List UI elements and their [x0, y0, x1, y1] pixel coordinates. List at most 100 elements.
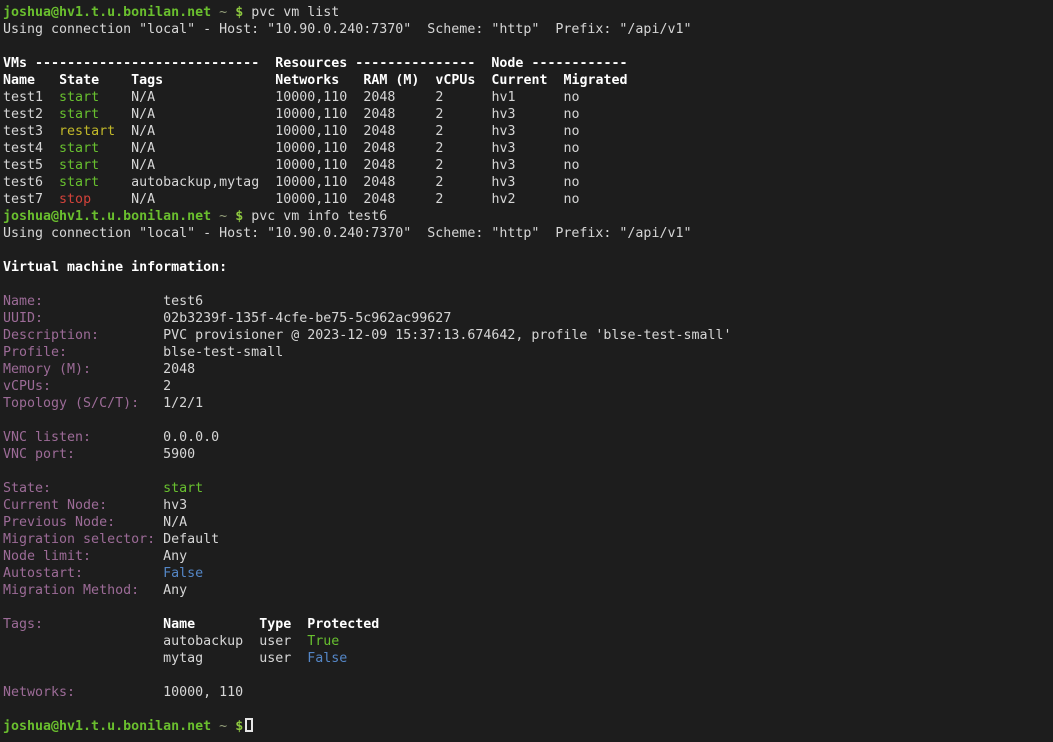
vm-name: test3	[3, 124, 43, 139]
vm-tags: N/A	[131, 158, 155, 173]
terminal-line: test6 start autobackup,mytag 10000,110 2…	[3, 174, 1053, 191]
terminal-line: VNC port: 5900	[3, 446, 1053, 463]
group-header-node: Node	[491, 56, 523, 71]
terminal-line: joshua@hv1.t.u.bonilan.net ~ $ pvc vm li…	[3, 4, 1053, 21]
vm-node: hv1	[491, 90, 515, 105]
vm-migrated: no	[564, 90, 580, 105]
vm-state: start	[59, 175, 99, 190]
col-header-networks: Networks	[275, 73, 339, 88]
terminal-line: joshua@hv1.t.u.bonilan.net ~ $ pvc vm in…	[3, 208, 1053, 225]
vm-state: start	[59, 107, 99, 122]
vm-networks: 10000,110	[275, 107, 347, 122]
vm-vcpus: 2	[435, 192, 443, 207]
vm-name: test5	[3, 158, 43, 173]
field-label-name: Name:	[3, 294, 43, 309]
vm-ram: 2048	[363, 124, 395, 139]
vm-networks: 10000,110	[275, 90, 347, 105]
field-label-profile: Profile:	[3, 345, 67, 360]
vm-networks: 10000,110	[275, 158, 347, 173]
vm-migrated: no	[564, 175, 580, 190]
terminal-line: joshua@hv1.t.u.bonilan.net ~ $	[3, 718, 1053, 735]
field-label-vnc-listen: VNC listen:	[3, 430, 91, 445]
vm-state: stop	[59, 192, 91, 207]
prompt-symbol: $	[235, 209, 243, 224]
terminal-line: Node limit: Any	[3, 548, 1053, 565]
terminal-line: Migration selector: Default	[3, 531, 1053, 548]
vm-tags: N/A	[131, 124, 155, 139]
command-pvc-vm-info: pvc vm info test6	[251, 209, 387, 224]
group-header-divider: ------------	[531, 56, 627, 71]
command-pvc-vm-list: pvc vm list	[251, 5, 339, 20]
vm-state: start	[59, 141, 99, 156]
vm-state: start	[59, 90, 99, 105]
field-label-migration-selector: Migration selector:	[3, 532, 155, 547]
col-header-tags: Tags	[131, 73, 163, 88]
terminal-line: State: start	[3, 480, 1053, 497]
terminal-text	[211, 719, 219, 734]
terminal-line: Topology (S/C/T): 1/2/1	[3, 395, 1053, 412]
tag-name: autobackup	[163, 634, 243, 649]
terminal-line: Virtual machine information:	[3, 259, 1053, 276]
field-value-networks: 10000, 110	[163, 685, 243, 700]
terminal-line: test7 stop N/A 10000,110 2048 2 hv2 no	[3, 191, 1053, 208]
field-label-uuid: UUID:	[3, 311, 43, 326]
field-value-name: test6	[163, 294, 203, 309]
vm-name: test1	[3, 90, 43, 105]
terminal-line	[3, 242, 1053, 259]
vm-name: test2	[3, 107, 43, 122]
terminal-cursor[interactable]	[245, 718, 253, 732]
field-label-networks: Networks:	[3, 685, 75, 700]
terminal-line: Name: test6	[3, 293, 1053, 310]
prompt-user-host: joshua@hv1.t.u.bonilan.net	[3, 5, 211, 20]
prompt-cwd: ~	[219, 719, 227, 734]
tags-col-header-name: Name	[163, 617, 195, 632]
terminal-line: test2 start N/A 10000,110 2048 2 hv3 no	[3, 106, 1053, 123]
terminal-line: vCPUs: 2	[3, 378, 1053, 395]
prompt-symbol: $	[235, 5, 243, 20]
field-value-migration-selector: Default	[163, 532, 219, 547]
terminal-text	[227, 5, 235, 20]
terminal-line: Autostart: False	[3, 565, 1053, 582]
vm-migrated: no	[564, 192, 580, 207]
col-header-ram: RAM (M)	[363, 73, 419, 88]
vm-node: hv3	[491, 141, 515, 156]
terminal-screen[interactable]: joshua@hv1.t.u.bonilan.net ~ $ pvc vm li…	[0, 0, 1053, 742]
vm-ram: 2048	[363, 141, 395, 156]
vm-tags: N/A	[131, 192, 155, 207]
terminal-line: UUID: 02b3239f-135f-4cfe-be75-5c962ac996…	[3, 310, 1053, 327]
field-value-node-limit: Any	[163, 549, 187, 564]
col-header-current: Current	[491, 73, 547, 88]
terminal-line	[3, 701, 1053, 718]
field-value-state: start	[163, 481, 203, 496]
field-label-topology: Topology (S/C/T):	[3, 396, 139, 411]
field-value-autostart: False	[163, 566, 203, 581]
vm-node: hv2	[491, 192, 515, 207]
terminal-line: Name State Tags Networks RAM (M) vCPUs C…	[3, 72, 1053, 89]
vm-name: test6	[3, 175, 43, 190]
connection-info: Using connection "local" - Host: "10.90.…	[3, 226, 691, 241]
vm-migrated: no	[564, 158, 580, 173]
terminal-line	[3, 667, 1053, 684]
terminal-line: VMs ---------------------------- Resourc…	[3, 55, 1053, 72]
terminal-line	[3, 599, 1053, 616]
terminal-line	[3, 276, 1053, 293]
field-value-topology: 1/2/1	[163, 396, 203, 411]
terminal-line: VNC listen: 0.0.0.0	[3, 429, 1053, 446]
prompt-symbol: $	[235, 719, 243, 734]
tag-protected: True	[307, 634, 339, 649]
vm-tags: N/A	[131, 141, 155, 156]
prompt-cwd: ~	[219, 5, 227, 20]
terminal-line: Networks: 10000, 110	[3, 684, 1053, 701]
col-header-migrated: Migrated	[563, 73, 627, 88]
field-value-migration-method: Any	[163, 583, 187, 598]
col-header-name: Name	[3, 73, 35, 88]
field-label-node-limit: Node limit:	[3, 549, 91, 564]
vm-vcpus: 2	[435, 107, 443, 122]
terminal-line	[3, 412, 1053, 429]
group-header-resources: Resources	[275, 56, 347, 71]
vm-vcpus: 2	[435, 124, 443, 139]
terminal-line: test4 start N/A 10000,110 2048 2 hv3 no	[3, 140, 1053, 157]
terminal-line	[3, 463, 1053, 480]
vm-migrated: no	[564, 107, 580, 122]
tag-type: user	[259, 651, 291, 666]
